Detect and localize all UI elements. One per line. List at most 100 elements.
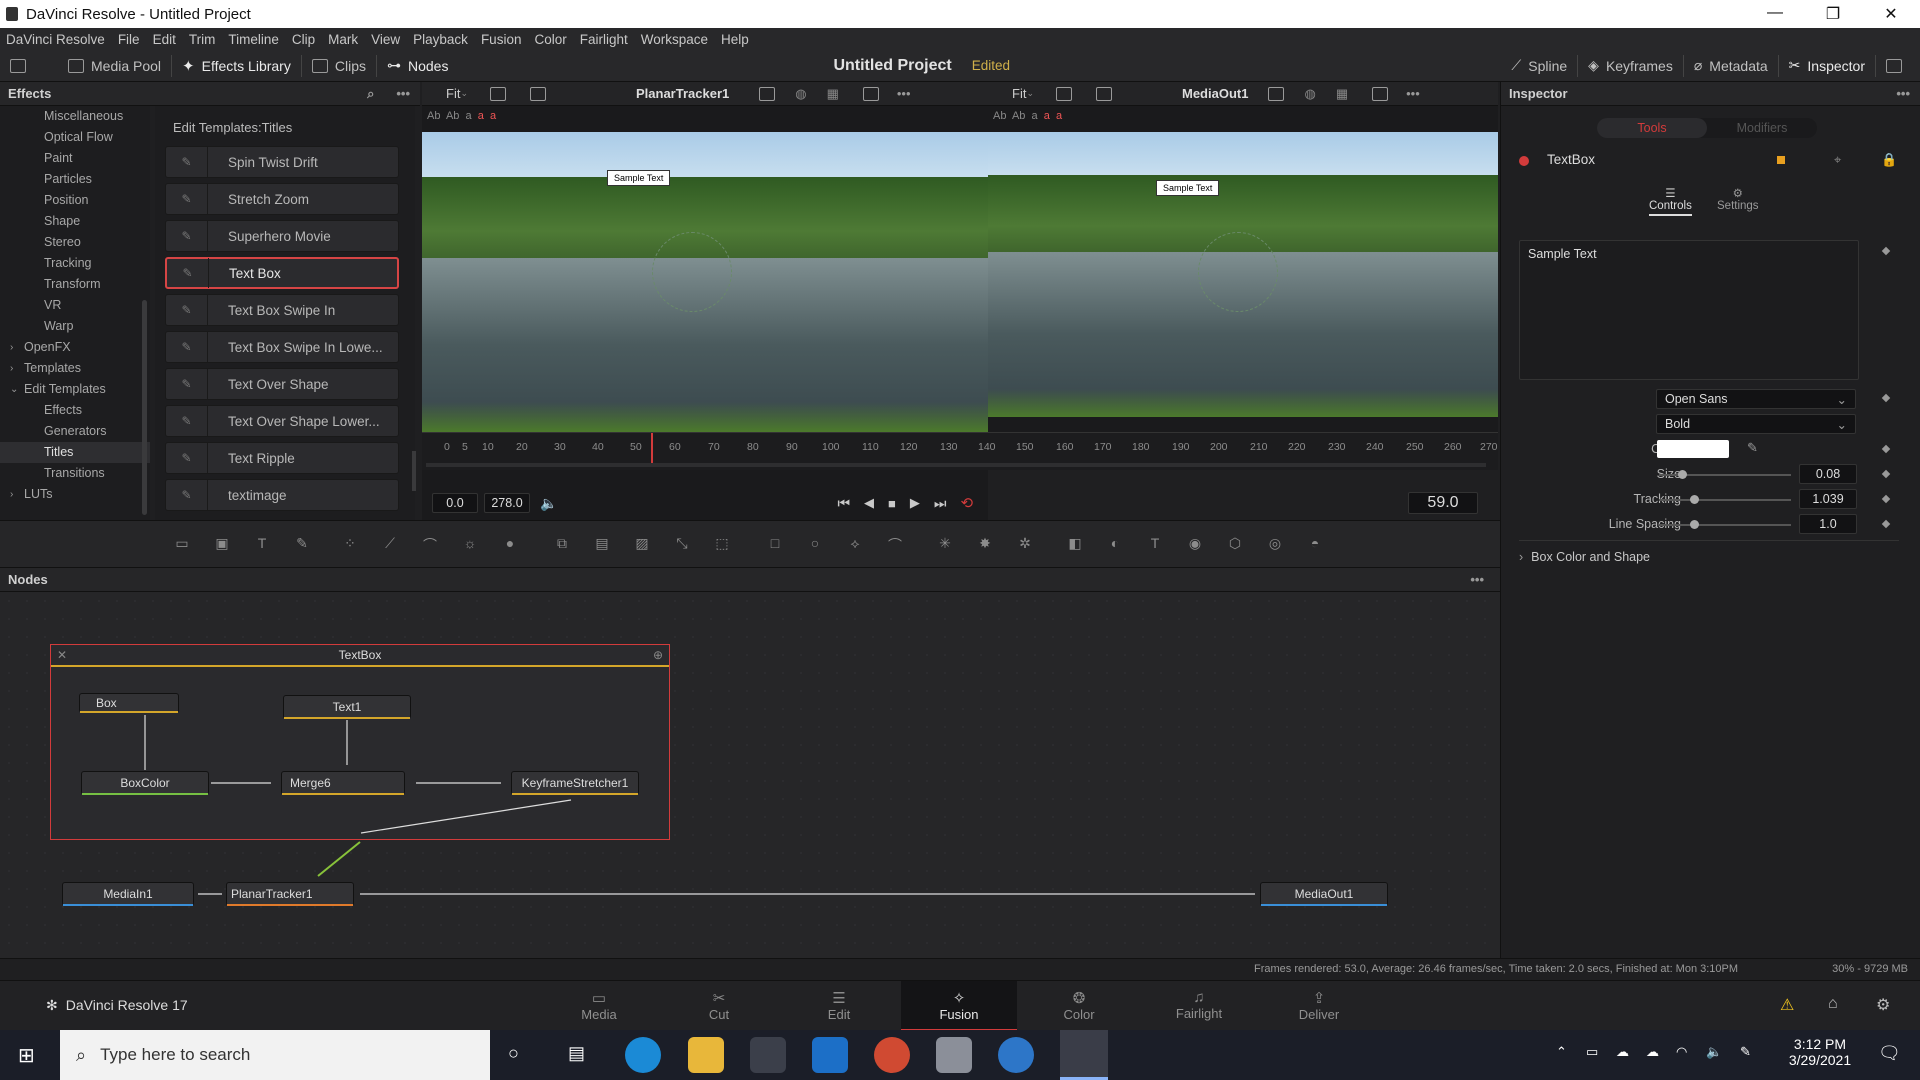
line-spacing-slider[interactable] bbox=[1659, 524, 1791, 526]
viewer-left-more-icon[interactable]: ••• bbox=[897, 86, 911, 101]
keyframes-button[interactable]: ◈ Keyframes bbox=[1578, 50, 1683, 82]
chevron-icon[interactable]: › bbox=[10, 358, 13, 379]
page-edit[interactable]: ☰ Edit bbox=[781, 981, 897, 1031]
template-card[interactable]: ✎ textimage bbox=[165, 479, 399, 511]
font-dropdown[interactable]: Open Sans ⌄ bbox=[1656, 389, 1856, 409]
tracking-value[interactable]: 1.039 bbox=[1799, 489, 1857, 509]
size-keyframe-diamond[interactable] bbox=[1881, 469, 1891, 479]
effects-tree-item[interactable]: VR bbox=[0, 295, 150, 316]
polygon-mask-icon[interactable]: ⟡ bbox=[845, 535, 865, 553]
range-start-field[interactable]: 0.0 bbox=[432, 493, 478, 513]
menu-workspace[interactable]: Workspace bbox=[641, 32, 708, 47]
text3d-icon[interactable]: T bbox=[1145, 535, 1165, 553]
color-swatch[interactable] bbox=[1657, 440, 1729, 458]
color-corrector-icon[interactable]: ⟋ bbox=[380, 535, 400, 553]
effects-tree-item[interactable]: Transform bbox=[0, 274, 150, 295]
menu-edit[interactable]: Edit bbox=[153, 32, 176, 47]
effects-tree-item[interactable]: Generators bbox=[0, 421, 150, 442]
range-end-field[interactable]: 278.0 bbox=[484, 493, 530, 513]
metadata-button[interactable]: ⌀ Metadata bbox=[1684, 50, 1778, 82]
viewer-right-split-icon[interactable] bbox=[1096, 86, 1112, 101]
page-fairlight[interactable]: ♫ Fairlight bbox=[1141, 981, 1257, 1031]
page-fusion[interactable]: ✧ Fusion bbox=[901, 981, 1017, 1031]
camera3d-icon[interactable]: ◉ bbox=[1185, 535, 1205, 553]
template-card[interactable]: ✎ Superhero Movie bbox=[165, 220, 399, 252]
merge3d-icon[interactable]: ◐ bbox=[1105, 535, 1125, 553]
windows-start-icon[interactable]: ⊞ bbox=[18, 1043, 35, 1068]
effects-tree-item[interactable]: Particles bbox=[0, 169, 150, 190]
template-card[interactable]: ✎ Text Box Swipe In bbox=[165, 294, 399, 326]
viewer-left-grid-icon[interactable]: ▦ bbox=[827, 86, 839, 102]
effects-tree-item[interactable]: Titles bbox=[0, 442, 150, 463]
page-media[interactable]: ▭ Media bbox=[541, 981, 657, 1031]
menu-trim[interactable]: Trim bbox=[189, 32, 216, 47]
edge-icon[interactable] bbox=[625, 1037, 661, 1073]
pin-icon[interactable]: ⌖ bbox=[1834, 152, 1841, 168]
home-icon[interactable]: ⌂ bbox=[1828, 995, 1838, 1013]
renderer3d-icon[interactable]: ⬡ bbox=[1225, 535, 1245, 553]
font-keyframe-diamond[interactable] bbox=[1881, 393, 1891, 403]
nodes-button[interactable]: ⊶ Nodes bbox=[377, 50, 458, 82]
minimize-icon[interactable]: — bbox=[1746, 4, 1804, 24]
play-icon[interactable]: ▶ bbox=[910, 495, 920, 511]
background-tool-icon[interactable]: ▭ bbox=[172, 535, 192, 553]
planar-tracker-icon[interactable]: ✸ bbox=[975, 535, 995, 553]
curves-tool-icon[interactable]: ⌒ bbox=[420, 535, 440, 553]
effects-tree-item[interactable]: Transitions bbox=[0, 463, 150, 484]
volume-icon[interactable]: 🔈 bbox=[540, 495, 557, 512]
timeline-scrub-bar[interactable] bbox=[426, 463, 1486, 467]
node-active-indicator[interactable] bbox=[1519, 156, 1529, 166]
viewer-left-roi-icon[interactable] bbox=[759, 86, 776, 101]
go-to-start-icon[interactable]: ⏮ bbox=[837, 495, 850, 512]
inspector-more-icon[interactable]: ••• bbox=[1896, 86, 1910, 101]
template-card[interactable]: ✎ Spin Twist Drift bbox=[165, 146, 399, 178]
image-tool-icon[interactable]: ▣ bbox=[212, 535, 232, 553]
node-mediaout1[interactable]: MediaOut1 bbox=[1260, 882, 1388, 906]
effects-tree-item[interactable]: Shape bbox=[0, 211, 150, 232]
loop-icon[interactable]: ⟲ bbox=[961, 494, 974, 512]
line-spacing-value[interactable]: 1.0 bbox=[1799, 514, 1857, 534]
davinci-resolve-task-icon[interactable] bbox=[1060, 1030, 1108, 1080]
tracking-slider[interactable] bbox=[1659, 499, 1791, 501]
viewer-right-image[interactable]: Sample Text bbox=[988, 132, 1498, 417]
effects-library-button[interactable]: ✦ Effects Library bbox=[172, 50, 301, 82]
rectangle-mask-icon[interactable]: □ bbox=[765, 535, 785, 553]
timeline-ruler[interactable]: 0 5 10 20 30 40 50 60 70 80 90 100 110 120 130 140 150 16… bbox=[422, 432, 1498, 470]
viewer-right-sample-text-box[interactable]: Sample Text bbox=[1156, 180, 1220, 196]
transform-tool-icon[interactable]: ⤡ bbox=[672, 535, 692, 553]
search-icon[interactable]: ⌕ bbox=[367, 86, 374, 102]
particles-tool-icon[interactable]: ⁘ bbox=[340, 535, 360, 553]
page-color[interactable]: ❂ Color bbox=[1021, 981, 1137, 1031]
styled-text-input[interactable]: Sample Text bbox=[1519, 240, 1859, 380]
file-explorer-icon[interactable] bbox=[688, 1037, 724, 1073]
node-planartracker1[interactable]: PlanarTracker1 bbox=[226, 882, 354, 906]
effects-tree-item[interactable]: › Templates bbox=[0, 358, 150, 379]
inspector-button[interactable]: ✂ Inspector bbox=[1779, 50, 1875, 82]
nodes-more-icon[interactable]: ••• bbox=[1470, 572, 1484, 587]
viewer-left-fit-dropdown[interactable]: Fit bbox=[446, 86, 460, 101]
font-style-dropdown[interactable]: Bold ⌄ bbox=[1656, 414, 1856, 434]
effects-tree-item[interactable]: Stereo bbox=[0, 232, 150, 253]
more-options-icon[interactable]: ••• bbox=[396, 86, 410, 101]
cloud-icon[interactable]: ☁ bbox=[1646, 1044, 1659, 1060]
taskbar-search-box[interactable]: ⌕ Type here to search bbox=[60, 1030, 490, 1080]
mail-icon[interactable] bbox=[812, 1037, 848, 1073]
fullscreen-button[interactable] bbox=[1876, 50, 1920, 82]
paint-tool-icon[interactable]: ✎ bbox=[292, 535, 312, 553]
bspline-mask-icon[interactable]: ⌒ bbox=[885, 535, 905, 553]
shape3d-icon[interactable]: ◧ bbox=[1065, 535, 1085, 553]
tray-chevron-icon[interactable]: ⌃ bbox=[1556, 1044, 1567, 1060]
current-frame-field[interactable]: 59.0 bbox=[1408, 492, 1478, 514]
template-card[interactable]: ✎ Text Over Shape bbox=[165, 368, 399, 400]
effects-tree-item[interactable]: ⌄ Edit Templates bbox=[0, 379, 150, 400]
restore-icon[interactable]: ❐ bbox=[1804, 4, 1862, 24]
viewer-right-fit-dropdown[interactable]: Fit bbox=[1012, 86, 1026, 101]
viewer-right-more-icon[interactable]: ••• bbox=[1406, 86, 1420, 101]
effects-tree-item[interactable]: Warp bbox=[0, 316, 150, 337]
effects-tree-item[interactable]: Tracking bbox=[0, 253, 150, 274]
qbittorrent-icon[interactable] bbox=[998, 1037, 1034, 1073]
text-keyframe-diamond[interactable] bbox=[1881, 246, 1891, 256]
effects-tree-item[interactable]: Miscellaneous bbox=[0, 106, 150, 127]
merge-tool-icon[interactable]: ⧉ bbox=[552, 535, 572, 553]
onedrive-icon[interactable]: ☁ bbox=[1616, 1044, 1629, 1060]
